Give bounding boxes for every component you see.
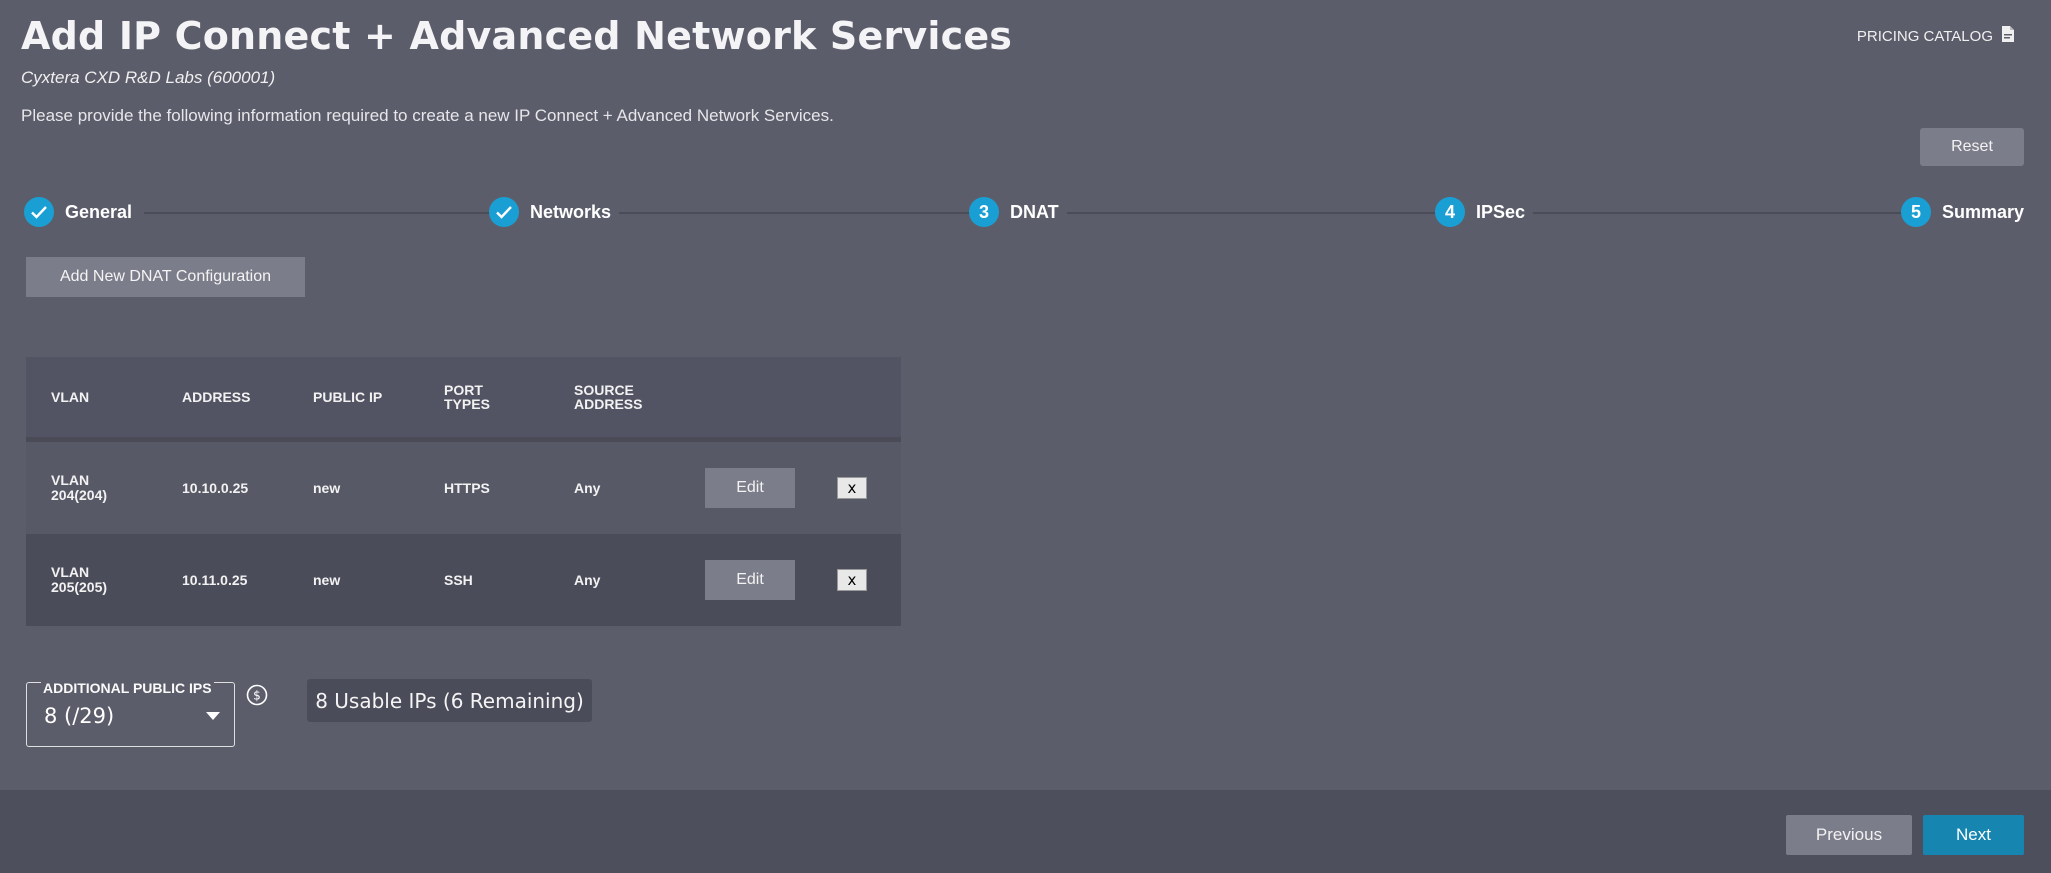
cell-port-types: HTTPS (444, 479, 490, 496)
additional-public-ips-select[interactable]: ADDITIONAL PUBLIC IPS 8 (/29) (26, 680, 235, 747)
cell-source-address: Any (574, 571, 601, 588)
table-header: VLAN ADDRESS PUBLIC IP PORT TYPES SOURCE… (26, 357, 901, 442)
cell-vlan: VLAN 204(204) (51, 472, 108, 503)
reset-button[interactable]: Reset (1920, 128, 2024, 166)
delete-row-button[interactable]: x (837, 477, 867, 499)
cell-address: 10.11.0.25 (182, 571, 248, 588)
step-number: 4 (1435, 197, 1465, 227)
dollar-circle-icon[interactable]: $ (246, 684, 268, 706)
pricing-catalog-label: PRICING CATALOG (1856, 27, 1993, 45)
usable-ips-badge: 8 Usable IPs (6 Remaining) (307, 679, 592, 722)
pricing-catalog-link[interactable]: PRICING CATALOG (1857, 26, 2015, 46)
wizard-footer: Previous Next (0, 790, 2051, 873)
table-row: VLAN 205(205) 10.11.0.25 new SSH Any Edi… (26, 534, 901, 626)
stepper-track (144, 212, 2024, 214)
step-label: Networks (530, 201, 612, 222)
page-title: Add IP Connect + Advanced Network Servic… (21, 14, 1013, 58)
column-header-port-types: PORT TYPES (444, 382, 490, 412)
step-number: 5 (1901, 197, 1931, 227)
account-subtitle: Cyxtera CXD R&D Labs (600001) (21, 68, 276, 87)
step-label: Summary (1942, 201, 2025, 222)
table-row: VLAN 204(204) 10.10.0.25 new HTTPS Any E… (26, 442, 901, 534)
step-label: IPSec (1476, 201, 1526, 222)
step-ipsec[interactable]: 4 IPSec (1435, 197, 1534, 227)
cell-vlan: VLAN 205(205) (51, 564, 108, 595)
step-general[interactable]: General (24, 197, 141, 227)
additional-public-ips-label: ADDITIONAL PUBLIC IPS (41, 680, 214, 696)
step-summary[interactable]: 5 Summary (1901, 197, 2025, 227)
chevron-down-icon (206, 712, 220, 720)
pdf-file-icon (2001, 26, 2015, 46)
add-dnat-configuration-button[interactable]: Add New DNAT Configuration (26, 257, 305, 297)
column-header-source-address: SOURCE ADDRESS (574, 382, 643, 412)
step-complete-check-icon (24, 197, 54, 227)
cell-address: 10.10.0.25 (182, 479, 249, 496)
page-description: Please provide the following information… (21, 106, 834, 125)
step-dnat[interactable]: 3 DNAT (969, 197, 1067, 227)
step-networks[interactable]: Networks (489, 197, 620, 227)
step-label: General (65, 201, 133, 222)
delete-row-button[interactable]: x (837, 569, 867, 591)
next-button[interactable]: Next (1923, 815, 2024, 855)
additional-public-ips-value: 8 (/29) (44, 704, 115, 728)
svg-text:$: $ (253, 689, 261, 703)
cell-port-types: SSH (444, 571, 473, 588)
dnat-table: VLAN ADDRESS PUBLIC IP PORT TYPES SOURCE… (26, 357, 901, 626)
edit-row-button[interactable]: Edit (705, 560, 795, 600)
step-label: DNAT (1010, 201, 1059, 222)
wizard-stepper: General Networks 3 DNAT 4 IPSec 5 Summar… (24, 197, 2025, 229)
column-header-public-ip: PUBLIC IP (313, 389, 383, 405)
previous-button[interactable]: Previous (1786, 815, 1912, 855)
step-number: 3 (969, 197, 999, 227)
cell-public-ip: new (313, 571, 341, 588)
step-complete-check-icon (489, 197, 519, 227)
column-header-vlan: VLAN (51, 389, 90, 405)
column-header-address: ADDRESS (182, 389, 251, 405)
cell-public-ip: new (313, 479, 341, 496)
edit-row-button[interactable]: Edit (705, 468, 795, 508)
cell-source-address: Any (574, 479, 601, 496)
